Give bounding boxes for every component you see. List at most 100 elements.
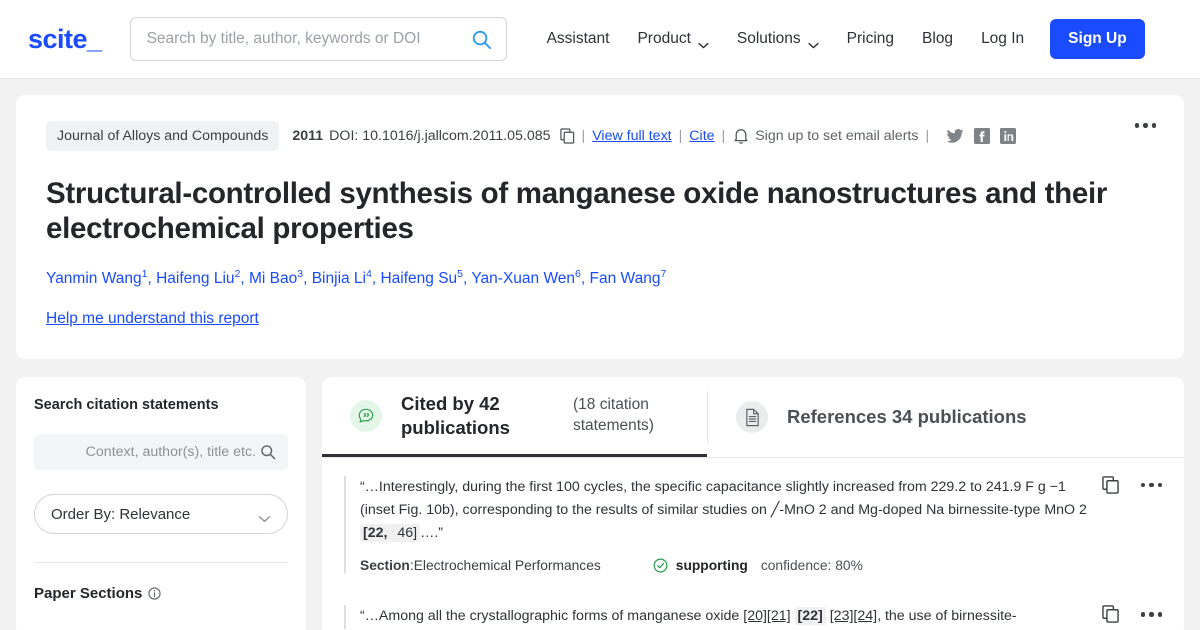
dot: [1157, 482, 1162, 488]
nav-label: Pricing: [846, 30, 895, 47]
author[interactable]: Yan-Xuan Wen6: [471, 268, 581, 287]
reference[interactable]: [23][24]: [830, 608, 877, 624]
linkedin-icon[interactable]: [1000, 128, 1017, 144]
search-icon[interactable]: [260, 444, 276, 460]
view-full-text-link[interactable]: View full text: [592, 128, 671, 144]
citation-filter-sidebar: Search citation statements Order By: Rel…: [16, 377, 306, 630]
nav-label: Blog: [922, 30, 954, 47]
check-circle-icon: [653, 558, 668, 573]
dot: [1149, 612, 1154, 617]
chevron-down-icon: [808, 36, 819, 48]
nav-item-blog[interactable]: Blog: [908, 22, 967, 56]
meta-separator: |: [721, 128, 726, 144]
paper-header-card: Journal of Alloys and Compounds 2011 DOI…: [16, 95, 1184, 359]
paper-options-kebab-icon[interactable]: [1131, 119, 1161, 132]
author-name: Haifeng Su: [380, 270, 458, 288]
dot: [1151, 123, 1156, 128]
tab-references[interactable]: References 34 publications: [708, 377, 1051, 457]
panel-tabs: Cited by 42 publications (18 citation st…: [322, 377, 1184, 457]
nav-item-solutions[interactable]: Solutions: [723, 22, 833, 56]
nav-item-login[interactable]: Log In: [967, 22, 1038, 56]
citations-panel: Cited by 42 publications (18 citation st…: [322, 377, 1184, 630]
citation-statement-card: “…Interestingly, during the first 100 cy…: [322, 458, 1184, 587]
statement-segment: ….”: [420, 525, 443, 542]
author[interactable]: Yanmin Wang1: [46, 268, 147, 287]
author-list: Yanmin Wang1, Haifeng Liu2, Mi Bao3, Bin…: [46, 268, 667, 288]
author[interactable]: Binjia Li4: [311, 268, 372, 288]
document-icon: [736, 401, 768, 433]
tab-references-label: References 34 publications: [787, 406, 1027, 427]
global-search-box[interactable]: [129, 17, 507, 61]
tab-cited-by-label: Cited by 42 publications: [401, 393, 510, 438]
paper-sections-label: Paper Sections: [34, 585, 143, 602]
page-title: Structural-controlled synthesis of manga…: [46, 177, 1108, 245]
nav-label: Log In: [981, 30, 1025, 47]
nav-item-pricing[interactable]: Pricing: [833, 22, 908, 56]
statement-text: “…Interestingly, during the first 100 cy…: [360, 476, 1088, 545]
statement-kebab-icon[interactable]: [1140, 612, 1162, 617]
sign-up-button[interactable]: Sign Up: [1050, 19, 1145, 59]
citation-search-box[interactable]: [34, 434, 288, 470]
nav-label: Solutions: [736, 30, 801, 47]
twitter-icon[interactable]: [946, 128, 964, 144]
reference[interactable]: [20][21]: [743, 608, 790, 624]
top-navigation-bar: scite_ Assistant Product Solutions Prici…: [0, 0, 1200, 79]
order-by-label: Order By: Relevance: [51, 505, 191, 523]
classification-badge: supporting: [675, 558, 748, 574]
meta-separator: |: [678, 128, 683, 144]
author-affiliation-marker: 7: [660, 268, 667, 280]
copy-icon[interactable]: [1101, 605, 1119, 624]
search-input[interactable]: [146, 30, 471, 48]
tab-cited-by[interactable]: Cited by 42 publications (18 citation st…: [322, 377, 707, 457]
author-name: Haifeng Liu: [156, 270, 235, 288]
highlighted-reference[interactable]: [22,: [360, 524, 391, 543]
doi-text: DOI: 10.1016/j.jallcom.2011.05.085: [329, 128, 551, 144]
highlighted-reference[interactable]: [22]: [794, 607, 826, 626]
order-by-select[interactable]: Order By: Relevance: [34, 494, 288, 534]
facebook-icon[interactable]: [974, 128, 991, 144]
meta-separator: |: [925, 128, 930, 144]
statement-body: “…Among all the crystallographic forms o…: [344, 605, 1088, 629]
citation-search-input[interactable]: [46, 444, 256, 460]
statement-segment: [791, 608, 795, 624]
chevron-down-icon: [258, 510, 271, 523]
author[interactable]: Haifeng Liu2: [156, 268, 240, 288]
statement-body: “…Interestingly, during the first 100 cy…: [344, 476, 1088, 574]
nav-label: Product: [637, 30, 691, 47]
statement-kebab-icon[interactable]: [1140, 482, 1162, 488]
author-name: Fan Wang: [589, 270, 661, 288]
info-icon[interactable]: [148, 587, 162, 600]
search-icon[interactable]: [471, 29, 492, 50]
paper-sections-heading[interactable]: Paper Sections: [34, 585, 288, 602]
statement-actions: [1101, 605, 1162, 624]
bell-icon[interactable]: [734, 128, 748, 144]
email-alerts-label[interactable]: Sign up to set email alerts: [755, 128, 918, 144]
chevron-down-icon: [698, 36, 709, 48]
author[interactable]: Fan Wang7: [589, 268, 667, 288]
nav-item-product[interactable]: Product: [623, 22, 722, 56]
scite-logo[interactable]: scite_: [28, 24, 102, 55]
dot: [1149, 482, 1154, 488]
quote-bubble-icon: [350, 399, 382, 432]
reference[interactable]: 46]: [390, 524, 421, 543]
statement-segment: “…Among all the crystallographic forms o…: [360, 608, 744, 625]
author-name: Mi Bao: [249, 270, 298, 288]
copy-icon[interactable]: [1101, 476, 1119, 494]
cite-link[interactable]: Cite: [689, 128, 714, 144]
dot: [1157, 612, 1162, 617]
help-understand-report-link[interactable]: Help me understand this report: [46, 310, 259, 328]
author[interactable]: Mi Bao3: [249, 268, 303, 288]
copy-icon[interactable]: [559, 128, 575, 144]
tab-cited-by-sublabel: (18 citation statements): [573, 396, 654, 434]
dot: [1140, 482, 1145, 488]
journal-name[interactable]: Journal of Alloys and Compounds: [46, 121, 280, 151]
statement-text: “…Among all the crystallographic forms o…: [360, 605, 1088, 628]
statement-actions: [1101, 476, 1162, 494]
paper-meta-row: Journal of Alloys and Compounds 2011 DOI…: [46, 121, 1156, 151]
author[interactable]: Haifeng Su5: [380, 268, 463, 288]
author-name: Binjia Li: [311, 270, 366, 288]
nav-item-assistant[interactable]: Assistant: [533, 22, 624, 56]
statement-meta: Section: Electrochemical Performances su…: [360, 558, 863, 574]
meta-separator: |: [581, 128, 586, 144]
section-value: Electrochemical Performances: [413, 558, 601, 574]
